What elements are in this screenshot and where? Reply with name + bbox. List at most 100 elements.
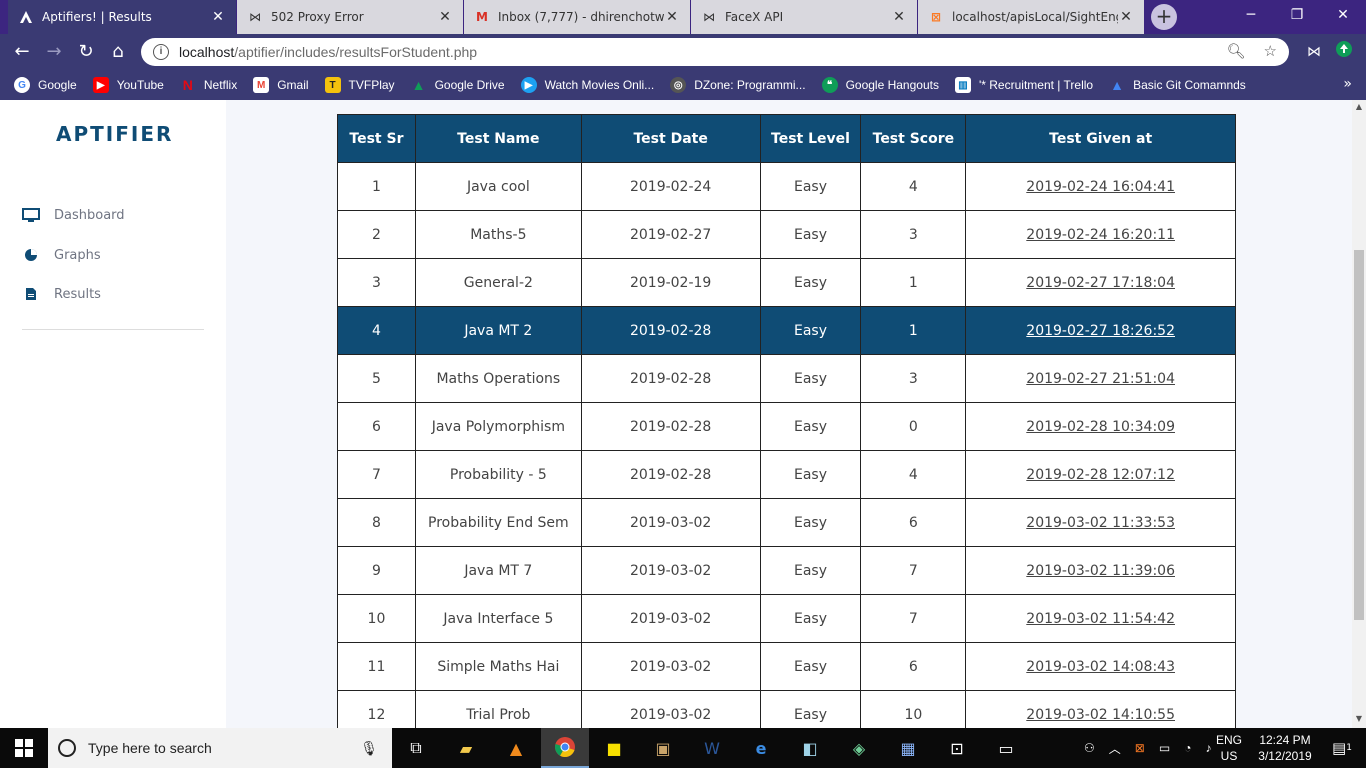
bookmark-star-icon[interactable]: ☆: [1264, 42, 1277, 60]
timestamp-link-text[interactable]: 2019-02-24 16:20:11: [1026, 227, 1175, 243]
xampp-icon[interactable]: ⊠: [1135, 741, 1145, 755]
restore-icon[interactable]: ❐: [1274, 0, 1320, 30]
app-icon[interactable]: ⊡: [933, 728, 981, 768]
close-tab-icon[interactable]: ✕: [210, 9, 226, 25]
bookmark-google[interactable]: G Google: [14, 77, 77, 93]
windows-start-button[interactable]: [0, 728, 48, 768]
app-icon[interactable]: ◈: [835, 728, 883, 768]
test-given-at-link[interactable]: 2019-02-24 16:04:41: [965, 162, 1236, 211]
timestamp-link-text[interactable]: 2019-03-02 14:08:43: [1026, 659, 1175, 675]
tab-sightengine[interactable]: ⊠ localhost/apisLocal/SightEngine ✕: [918, 0, 1144, 34]
table-cell: 1: [860, 258, 967, 307]
bookmark-tvfplay[interactable]: T TVFPlay: [324, 77, 395, 93]
sidebar-item-graphs[interactable]: Graphs: [22, 247, 101, 263]
timestamp-link-text[interactable]: 2019-02-28 12:07:12: [1026, 467, 1175, 483]
file-explorer-icon[interactable]: ▰: [442, 728, 490, 768]
action-center-icon[interactable]: ▤ 1: [1318, 728, 1366, 768]
taskbar-clock[interactable]: 12:24 PM 3/12/2019: [1250, 732, 1320, 764]
close-tab-icon[interactable]: ✕: [1118, 9, 1134, 25]
test-given-at-link[interactable]: 2019-02-24 16:20:11: [965, 210, 1236, 259]
app-icon[interactable]: ◧: [786, 728, 834, 768]
close-tab-icon[interactable]: ✕: [664, 9, 680, 25]
sidebar-item-dashboard[interactable]: Dashboard: [22, 207, 125, 223]
site-info-icon[interactable]: i: [153, 44, 169, 60]
edge-icon[interactable]: e: [737, 728, 785, 768]
tab-aptifier-results[interactable]: Aptifiers! | Results ✕: [8, 0, 236, 34]
extension-icon[interactable]: ⋈: [1302, 40, 1326, 64]
test-given-at-link[interactable]: 2019-03-02 11:39:06: [965, 546, 1236, 595]
timestamp-link-text[interactable]: 2019-02-27 17:18:04: [1026, 275, 1175, 291]
tab-502-proxy-error[interactable]: ⋈ 502 Proxy Error ✕: [237, 0, 463, 34]
table-row: 11 Simple Maths Hai 2019-03-02 Easy 6 2019-03…: [337, 642, 1236, 691]
more-bookmarks-icon[interactable]: »: [1343, 76, 1352, 92]
timestamp-link-text[interactable]: 2019-02-24 16:04:41: [1026, 179, 1175, 195]
terminal-icon[interactable]: ▭: [982, 728, 1030, 768]
task-view-icon[interactable]: ⧉: [392, 728, 440, 768]
minimize-icon[interactable]: ─: [1228, 0, 1274, 30]
bookmark-trello[interactable]: ▥ '* Recruitment | Trello: [954, 77, 1093, 93]
reload-icon[interactable]: ↻: [74, 40, 98, 64]
timestamp-link-text[interactable]: 2019-02-27 18:26:52: [1026, 323, 1175, 339]
back-arrow-icon[interactable]: ←: [10, 40, 34, 64]
test-given-at-link[interactable]: 2019-02-28 10:34:09: [965, 402, 1236, 451]
page-scrollbar[interactable]: ▲ ▼: [1352, 100, 1366, 728]
scroll-down-icon[interactable]: ▼: [1352, 714, 1366, 726]
bookmark-google-drive[interactable]: ▲ Google Drive: [411, 77, 505, 93]
taskbar-search-box[interactable]: Type here to search 🎙︎: [48, 728, 392, 768]
chrome-icon[interactable]: [541, 728, 589, 768]
people-icon[interactable]: ⚇: [1084, 741, 1095, 755]
wifi-icon[interactable]: ◔: [1184, 741, 1191, 755]
bookmark-gmail[interactable]: M Gmail: [253, 77, 309, 93]
sidebar-item-results[interactable]: Results: [22, 286, 101, 302]
test-given-at-link[interactable]: 2019-03-02 14:10:55: [965, 690, 1236, 728]
timestamp-link-text[interactable]: 2019-03-02 11:39:06: [1026, 563, 1175, 579]
gmail-icon: M: [476, 10, 488, 24]
new-tab-button[interactable]: +: [1151, 4, 1177, 30]
bookmark-google-hangouts[interactable]: ❝ Google Hangouts: [821, 77, 939, 93]
table-cell: 2019-02-28: [580, 402, 761, 451]
bookmark-watch-movies[interactable]: ▶ Watch Movies Onli...: [520, 77, 654, 93]
app-icon[interactable]: ▦: [884, 728, 932, 768]
bookmark-youtube[interactable]: ▶ YouTube: [92, 77, 164, 93]
volume-icon[interactable]: ♪: [1205, 741, 1211, 755]
zoom-icon[interactable]: 🔍︎: [1227, 42, 1246, 60]
close-window-icon[interactable]: ✕: [1320, 0, 1366, 30]
bookmark-label: Google Hangouts: [845, 78, 939, 92]
vlc-icon[interactable]: ▲: [492, 728, 540, 768]
test-given-at-link[interactable]: 2019-02-28 12:07:12: [965, 450, 1236, 499]
scrollbar-thumb[interactable]: [1354, 250, 1364, 620]
show-hidden-icons-icon[interactable]: ︿: [1109, 740, 1121, 757]
forward-arrow-icon[interactable]: →: [42, 40, 66, 64]
battery-icon[interactable]: ▭: [1159, 741, 1170, 755]
test-given-at-link[interactable]: 2019-02-27 18:26:52: [965, 306, 1236, 355]
test-given-at-link[interactable]: 2019-03-02 14:08:43: [965, 642, 1236, 691]
microphone-icon[interactable]: 🎙︎: [360, 740, 378, 757]
test-given-at-link[interactable]: 2019-02-27 17:18:04: [965, 258, 1236, 307]
tab-gmail-inbox[interactable]: M Inbox (7,777) - dhirenchotwani ✕: [464, 0, 690, 34]
address-bar[interactable]: i localhost/aptifier/includes/resultsFor…: [141, 38, 1289, 66]
language-indicator[interactable]: ENG US: [1216, 732, 1242, 764]
tab-facex-api[interactable]: ⋈ FaceX API ✕: [691, 0, 917, 34]
timestamp-link-text[interactable]: 2019-03-02 14:10:55: [1026, 707, 1175, 723]
timestamp-link-text[interactable]: 2019-02-28 10:34:09: [1026, 419, 1175, 435]
test-given-at-link[interactable]: 2019-02-27 21:51:04: [965, 354, 1236, 403]
sticky-notes-icon[interactable]: ■: [590, 728, 638, 768]
home-icon[interactable]: ⌂: [106, 40, 130, 64]
update-icon[interactable]: [1332, 40, 1356, 64]
timestamp-link-text[interactable]: 2019-03-02 11:54:42: [1026, 611, 1175, 627]
table-cell: Java MT 2: [414, 306, 582, 355]
bookmark-netflix[interactable]: N Netflix: [180, 77, 237, 93]
dosbox-icon[interactable]: ▣: [639, 728, 687, 768]
test-given-at-link[interactable]: 2019-03-02 11:54:42: [965, 594, 1236, 643]
bookmark-dzone[interactable]: ◎ DZone: Programmi...: [670, 77, 806, 93]
table-cell: 3: [860, 210, 967, 259]
scroll-up-icon[interactable]: ▲: [1352, 102, 1366, 114]
close-tab-icon[interactable]: ✕: [437, 9, 453, 25]
timestamp-link-text[interactable]: 2019-02-27 21:51:04: [1026, 371, 1175, 387]
close-tab-icon[interactable]: ✕: [891, 9, 907, 25]
aptifier-logo[interactable]: APTIFIER: [56, 122, 173, 146]
bookmark-git-commands[interactable]: ▲ Basic Git Comamnds: [1109, 77, 1246, 93]
word-icon[interactable]: W: [688, 728, 736, 768]
timestamp-link-text[interactable]: 2019-03-02 11:33:53: [1026, 515, 1175, 531]
test-given-at-link[interactable]: 2019-03-02 11:33:53: [965, 498, 1236, 547]
